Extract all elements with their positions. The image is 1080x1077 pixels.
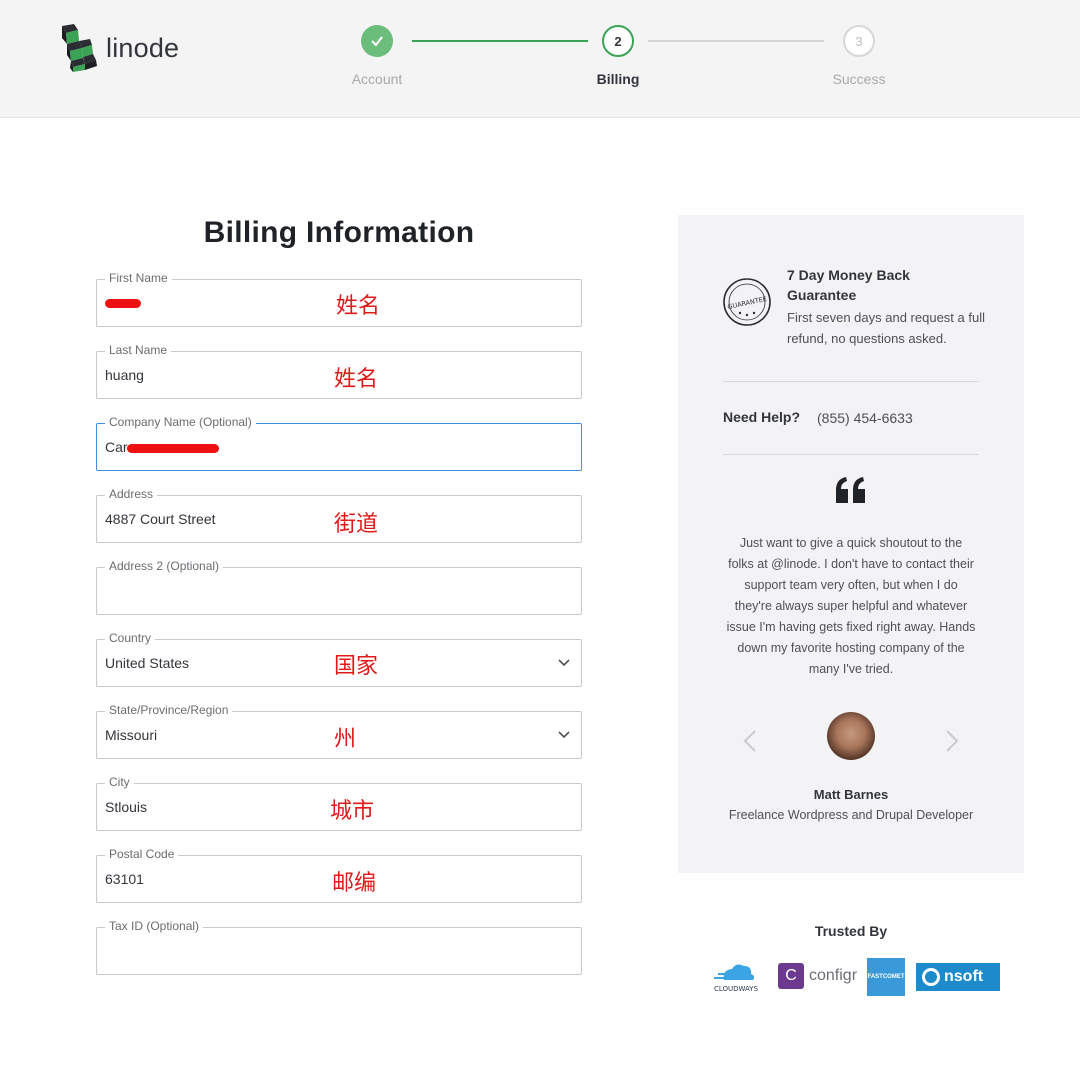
redaction-mark xyxy=(105,299,141,308)
nsoft-wordmark: nsoft xyxy=(944,968,984,985)
chevron-left-icon[interactable] xyxy=(743,729,757,753)
step-account-label: Account xyxy=(351,71,403,87)
divider xyxy=(723,381,979,382)
check-icon xyxy=(371,36,383,47)
field-label: First Name xyxy=(105,271,172,285)
guarantee-title: 7 Day Money Back Guarantee xyxy=(787,267,910,303)
badge-text: GUARANTEE xyxy=(727,295,768,311)
annotation-street: 街道 xyxy=(334,512,379,537)
nsoft-logo: nsoft xyxy=(916,963,1000,991)
annotation-postal-code: 邮编 xyxy=(332,871,377,896)
step-billing-circle: 2 xyxy=(602,25,634,57)
company-name-field[interactable]: Company Name (Optional) Car xyxy=(96,415,582,471)
help-phone[interactable]: (855) 454-6633 xyxy=(817,410,913,426)
annotation-name: 姓名 xyxy=(334,367,379,392)
testimonial-author-role: Freelance Wordpress and Drupal Developer xyxy=(728,808,974,822)
progress-stepper: 2 3 Account Billing Success xyxy=(0,0,1080,118)
page-title: Billing Information xyxy=(203,216,475,249)
trusted-logos: CLOUDWAYS C configr FASTCOMET nsoft xyxy=(706,958,1006,998)
step-connector-complete xyxy=(412,40,588,42)
field-label: Address 2 (Optional) xyxy=(105,559,224,573)
annotation-city: 城市 xyxy=(330,799,375,824)
field-label: State/Province/Region xyxy=(105,703,233,717)
configr-mark: C xyxy=(778,963,804,989)
field-label: City xyxy=(105,775,134,789)
divider xyxy=(723,454,979,455)
chevron-down-icon xyxy=(558,731,570,739)
step-success-label: Success xyxy=(832,71,886,87)
field-value: United States xyxy=(105,655,190,671)
field-value: Car xyxy=(105,439,128,455)
guarantee-text: First seven days and request a full refu… xyxy=(787,310,985,346)
step-success-circle: 3 xyxy=(843,25,875,57)
testimonial-text: Just want to give a quick shoutout to th… xyxy=(726,536,976,676)
field-value: 63101 xyxy=(105,871,144,887)
info-sidebar: GUARANTEE 7 Day Money Back Guarantee Fir… xyxy=(678,215,1024,873)
address-2-field[interactable]: Address 2 (Optional) xyxy=(96,559,582,615)
field-label: Company Name (Optional) xyxy=(105,415,256,429)
trusted-by-title: Trusted By xyxy=(814,923,888,939)
step-billing-label: Billing xyxy=(596,71,640,87)
field-label: Tax ID (Optional) xyxy=(105,919,204,933)
cloud-icon: CLOUDWAYS xyxy=(714,964,759,993)
field-label: Last Name xyxy=(105,343,172,357)
field-value: huang xyxy=(105,367,144,383)
field-label: Postal Code xyxy=(105,847,179,861)
testimonial-author: Matt Barnes xyxy=(813,787,889,802)
configr-wordmark: configr xyxy=(809,967,858,984)
step-account-circle xyxy=(361,25,393,57)
configr-logo: C configr xyxy=(778,963,857,989)
chevron-right-icon[interactable] xyxy=(945,729,959,753)
annotation-country: 国家 xyxy=(334,654,379,679)
fastcomet-logo: FASTCOMET xyxy=(867,958,905,996)
chevron-down-icon xyxy=(558,659,570,667)
help-label: Need Help? xyxy=(723,409,801,425)
redaction-mark xyxy=(127,444,219,453)
field-label: Address xyxy=(105,487,158,501)
cloudways-wordmark: CLOUDWAYS xyxy=(714,985,759,993)
quote-icon xyxy=(836,477,865,503)
cloudways-logo: CLOUDWAYS xyxy=(706,960,766,994)
tax-id-field[interactable]: Tax ID (Optional) xyxy=(96,919,582,975)
guarantee-badge-icon: GUARANTEE xyxy=(723,278,771,326)
field-value: Missouri xyxy=(105,727,158,743)
field-value: Stlouis xyxy=(105,799,148,815)
avatar xyxy=(827,712,875,760)
annotation-name: 姓名 xyxy=(336,294,381,319)
annotation-state: 州 xyxy=(334,727,357,752)
nsoft-ring-icon xyxy=(922,968,940,986)
field-value: 4887 Court Street xyxy=(105,511,216,527)
step-connector-upcoming xyxy=(648,40,824,42)
field-label: Country xyxy=(105,631,156,645)
